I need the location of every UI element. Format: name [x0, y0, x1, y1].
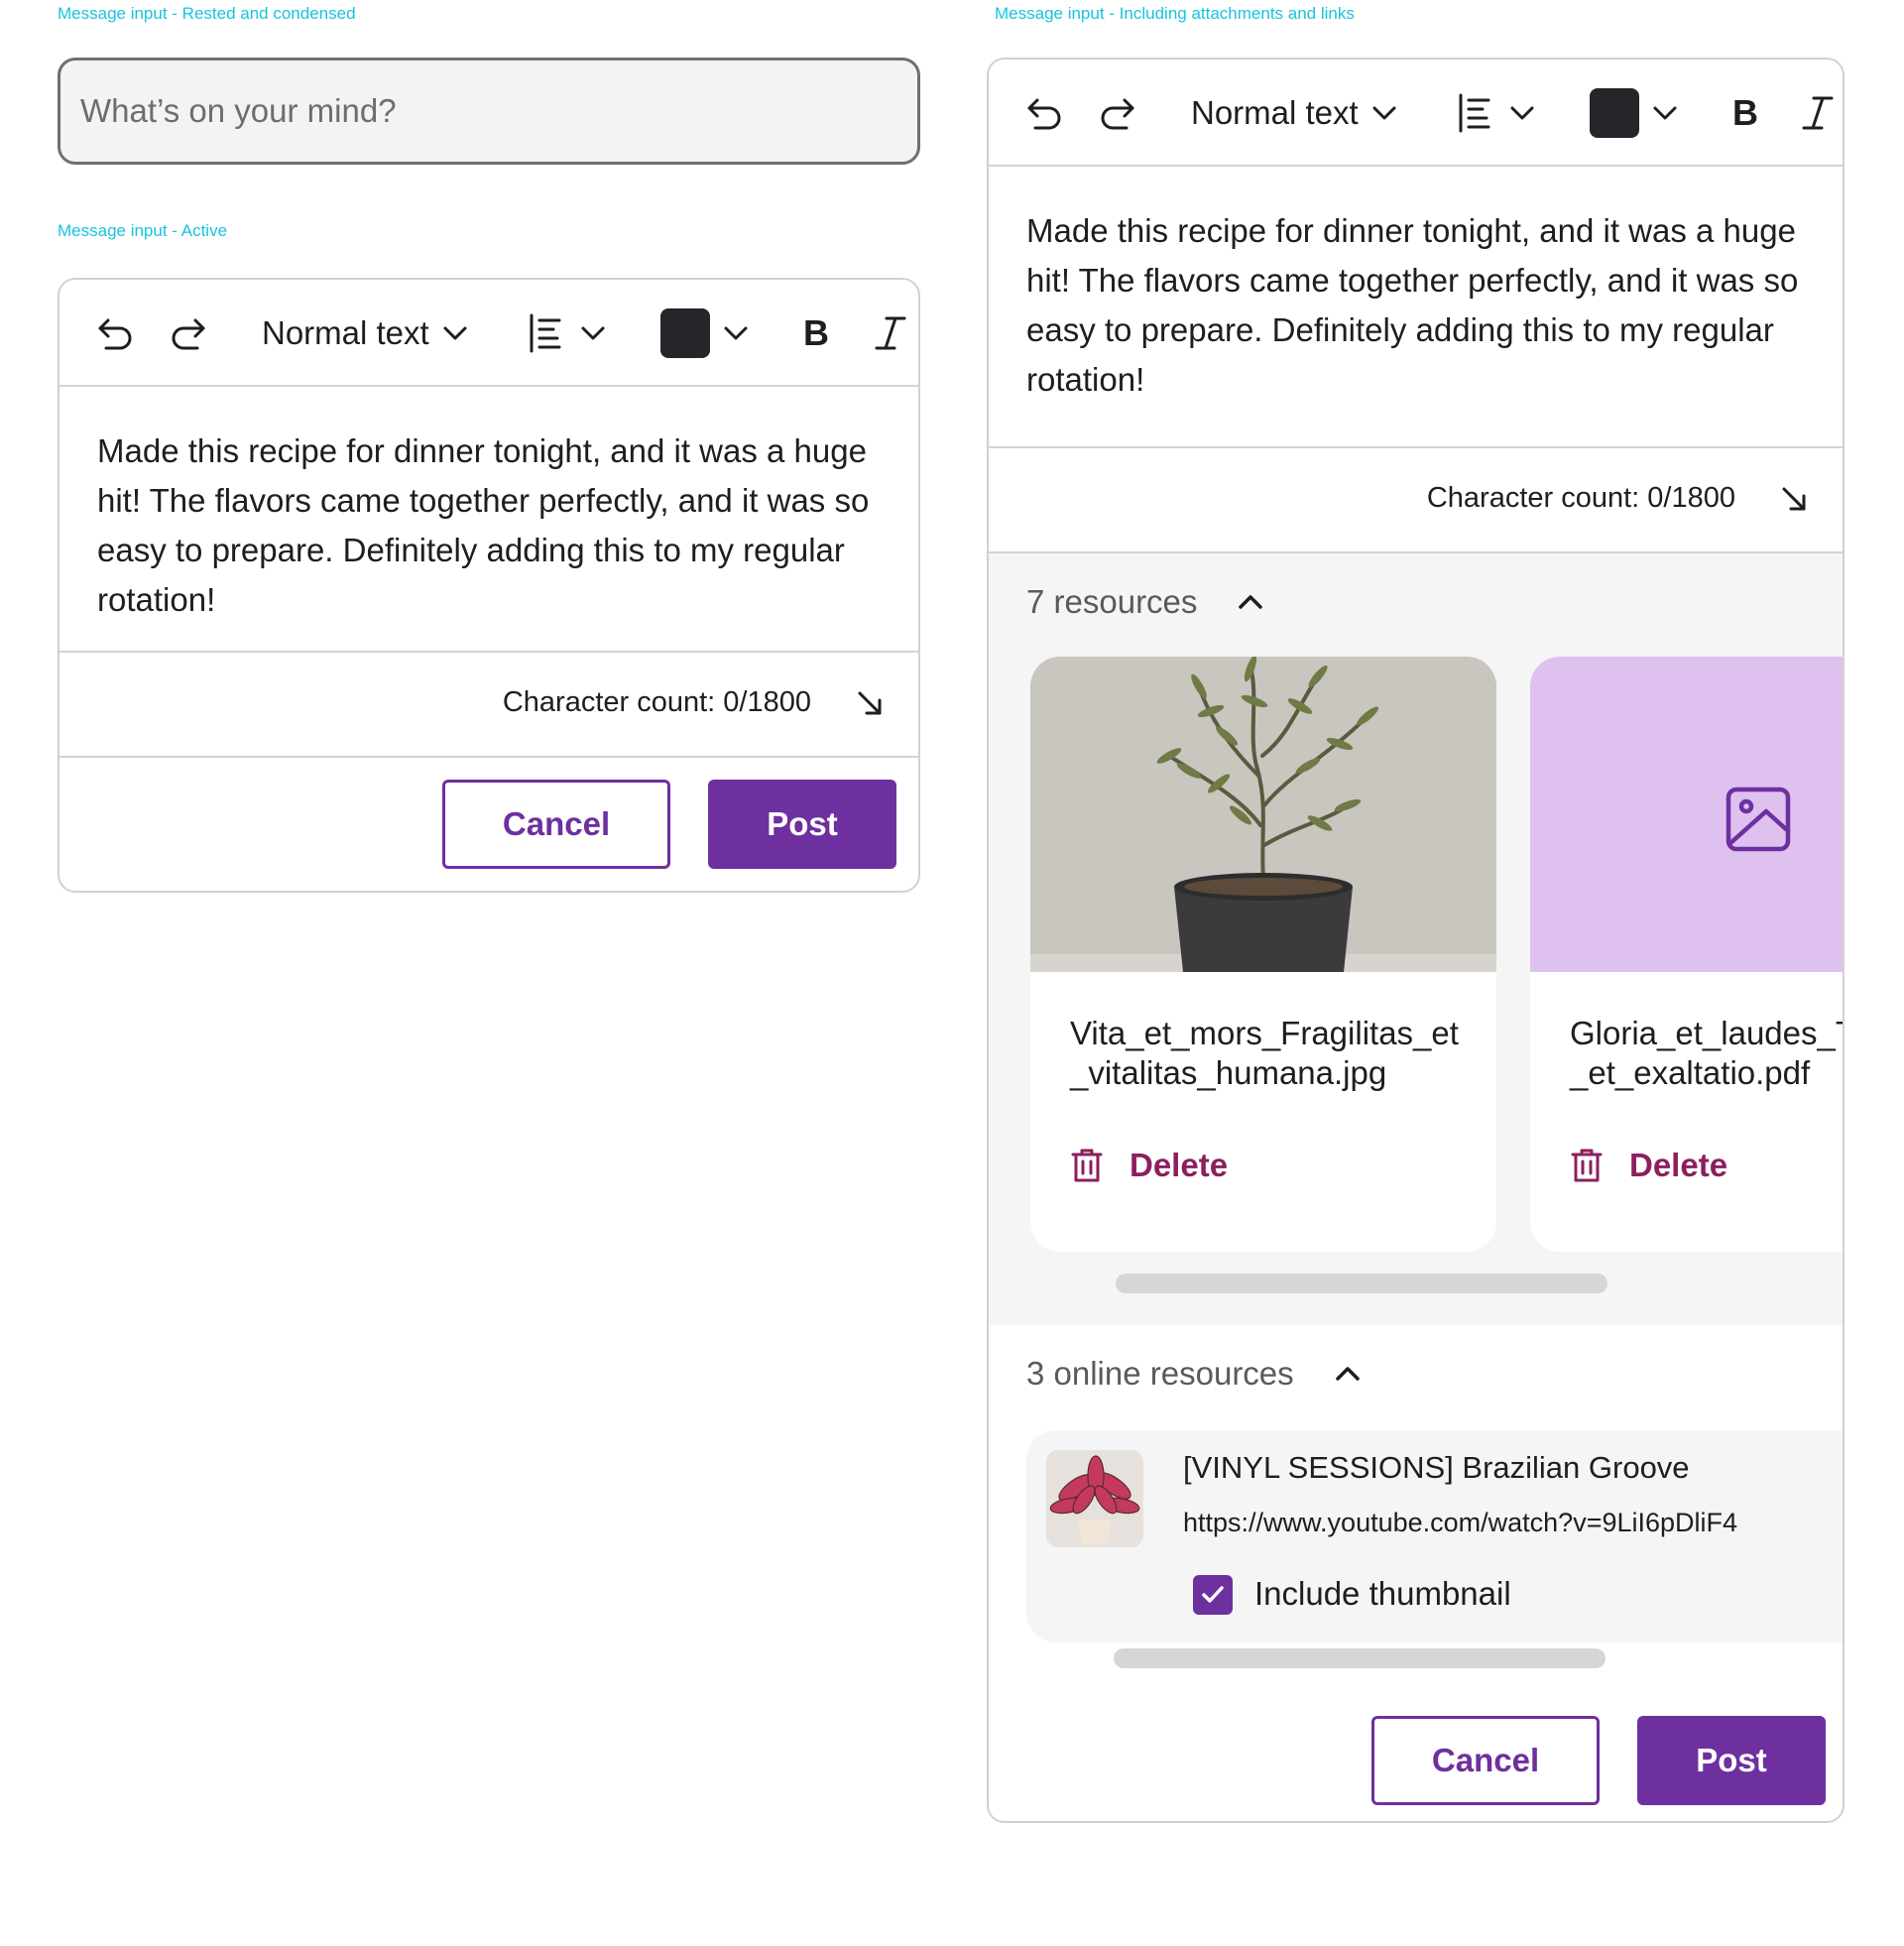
message-line: hit! The flavors came together perfectly… [97, 482, 870, 519]
editor-toolbar: Normal text B [60, 280, 918, 387]
message-line: rotation! [97, 581, 216, 618]
trash-icon [1071, 1149, 1103, 1182]
online-resources-scrollbar[interactable] [1114, 1648, 1606, 1668]
online-resources-toggle[interactable]: 3 online resources [1026, 1355, 1362, 1393]
online-resource-url[interactable]: https://www.youtube.com/watch?v=9LiI6pDl… [1183, 1508, 1737, 1538]
text-style-dropdown[interactable]: Normal text [1191, 60, 1398, 167]
resize-handle[interactable] [1779, 484, 1809, 519]
online-resources-title: 3 online resources [1026, 1355, 1294, 1392]
text-color-dropdown[interactable] [660, 280, 750, 387]
undo-icon [1027, 98, 1061, 130]
chevron-up-icon [1335, 1367, 1360, 1381]
resize-arrow-icon [1782, 487, 1806, 511]
message-line: easy to prepare. Definitely adding this … [1026, 311, 1774, 348]
delete-label: Delete [1629, 1147, 1728, 1183]
image-placeholder-icon [1726, 787, 1791, 852]
file-name-line: Vita_et_mors_Fragilitas_et [1070, 1015, 1459, 1051]
cancel-button[interactable]: Cancel [1371, 1716, 1600, 1805]
divider [60, 651, 918, 653]
divider [60, 756, 918, 758]
message-text[interactable]: Made this recipe for dinner tonight, and… [1026, 206, 1798, 405]
chevron-up-icon [1239, 595, 1263, 609]
text-color-dropdown[interactable] [1590, 60, 1679, 167]
character-count: Character count: 0/1800 [502, 686, 811, 718]
text-style-label: Normal text [262, 314, 429, 351]
include-thumbnail-label: Include thumbnail [1254, 1575, 1511, 1612]
resize-arrow-icon [858, 691, 882, 715]
cancel-button[interactable]: Cancel [442, 780, 670, 869]
post-button[interactable]: Post [1637, 1716, 1826, 1805]
resources-section: 7 resources Vita_et_mors_Fragilitas_et _… [989, 553, 1843, 1325]
message-line: rotation! [1026, 361, 1145, 398]
resources-title: 7 resources [1026, 583, 1198, 620]
message-line: Made this recipe for dinner tonight, and… [1026, 212, 1796, 249]
chevron-down-icon [1510, 106, 1534, 120]
chevron-down-icon [724, 326, 748, 340]
file-card: Vita_et_mors_Fragilitas_et _vitalitas_hu… [1030, 657, 1496, 1252]
online-resource-card: [VINYL SESSIONS] Brazilian Groove https:… [1026, 1430, 1843, 1642]
delete-button[interactable]: Delete [1570, 1147, 1727, 1184]
post-button[interactable]: Post [708, 780, 896, 869]
trash-icon [1571, 1149, 1603, 1182]
redo-icon [1101, 98, 1134, 130]
chevron-down-icon [581, 326, 605, 340]
text-style-dropdown[interactable]: Normal text [262, 280, 469, 387]
resources-toggle[interactable]: 7 resources [1026, 583, 1264, 621]
alignment-dropdown[interactable] [1455, 60, 1536, 167]
active-message-editor: Normal text B Made this recipe for dinne… [58, 278, 920, 893]
editor-toolbar: Normal text B [989, 60, 1843, 167]
italic-icon [875, 316, 906, 350]
italic-button[interactable] [875, 280, 906, 387]
online-resource-title: [VINYL SESSIONS] Brazilian Groove [1183, 1450, 1690, 1485]
calathea-plant-photo [1046, 1450, 1143, 1547]
alignment-dropdown[interactable] [526, 280, 607, 387]
italic-button[interactable] [1802, 60, 1834, 167]
spec-label-active: Message input - Active [58, 221, 228, 240]
file-name-line: Gloria_et_laudes_T [1570, 1015, 1844, 1051]
undo-icon [98, 318, 132, 350]
file-name: Gloria_et_laudes_T _et_exaltatio.pdf [1570, 1014, 1844, 1093]
undo-button[interactable] [93, 280, 137, 387]
chevron-down-icon [443, 326, 467, 340]
text-color-swatch [660, 308, 710, 358]
bold-button[interactable]: B [803, 280, 829, 387]
message-line: easy to prepare. Definitely adding this … [97, 532, 845, 568]
italic-icon [1802, 96, 1834, 130]
file-card: Gloria_et_laudes_T _et_exaltatio.pdf Del… [1530, 657, 1844, 1252]
resources-scrollbar[interactable] [1116, 1274, 1607, 1293]
chevron-down-icon [1653, 106, 1677, 120]
message-text[interactable]: Made this recipe for dinner tonight, and… [97, 426, 869, 625]
spec-label-rested: Message input - Rested and condensed [58, 4, 356, 23]
redo-icon [172, 318, 205, 350]
resize-handle[interactable] [855, 688, 885, 723]
delete-button[interactable]: Delete [1070, 1147, 1228, 1184]
undo-button[interactable] [1022, 60, 1066, 167]
character-count: Character count: 0/1800 [1426, 482, 1735, 514]
include-thumbnail-checkbox[interactable] [1193, 1575, 1233, 1615]
pdf-thumbnail [1530, 657, 1843, 972]
olive-plant-photo [1030, 657, 1496, 972]
rested-message-input[interactable]: What’s on your mind? [58, 58, 920, 165]
align-left-icon [530, 313, 561, 353]
bold-icon: B [803, 312, 829, 353]
file-name-line: _et_exaltatio.pdf [1570, 1054, 1811, 1091]
file-name: Vita_et_mors_Fragilitas_et _vitalitas_hu… [1070, 1014, 1467, 1093]
checkmark-icon [1202, 1586, 1224, 1603]
redo-button[interactable] [1096, 60, 1139, 167]
redo-button[interactable] [167, 280, 210, 387]
file-name-line: _vitalitas_humana.jpg [1070, 1054, 1387, 1091]
spec-label-attachments: Message input - Including attachments an… [995, 4, 1355, 23]
attachments-message-editor: Normal text B Made this recipe for dinne… [987, 58, 1844, 1823]
delete-label: Delete [1130, 1147, 1229, 1183]
message-line: Made this recipe for dinner tonight, and… [97, 432, 867, 469]
message-placeholder: What’s on your mind? [80, 92, 397, 129]
bold-icon: B [1732, 92, 1758, 133]
message-line: hit! The flavors came together perfectly… [1026, 262, 1799, 299]
divider [989, 446, 1843, 448]
bold-button[interactable]: B [1732, 60, 1758, 167]
align-left-icon [1459, 93, 1490, 133]
chevron-down-icon [1372, 106, 1396, 120]
text-color-swatch [1590, 88, 1639, 138]
text-style-label: Normal text [1191, 94, 1359, 131]
